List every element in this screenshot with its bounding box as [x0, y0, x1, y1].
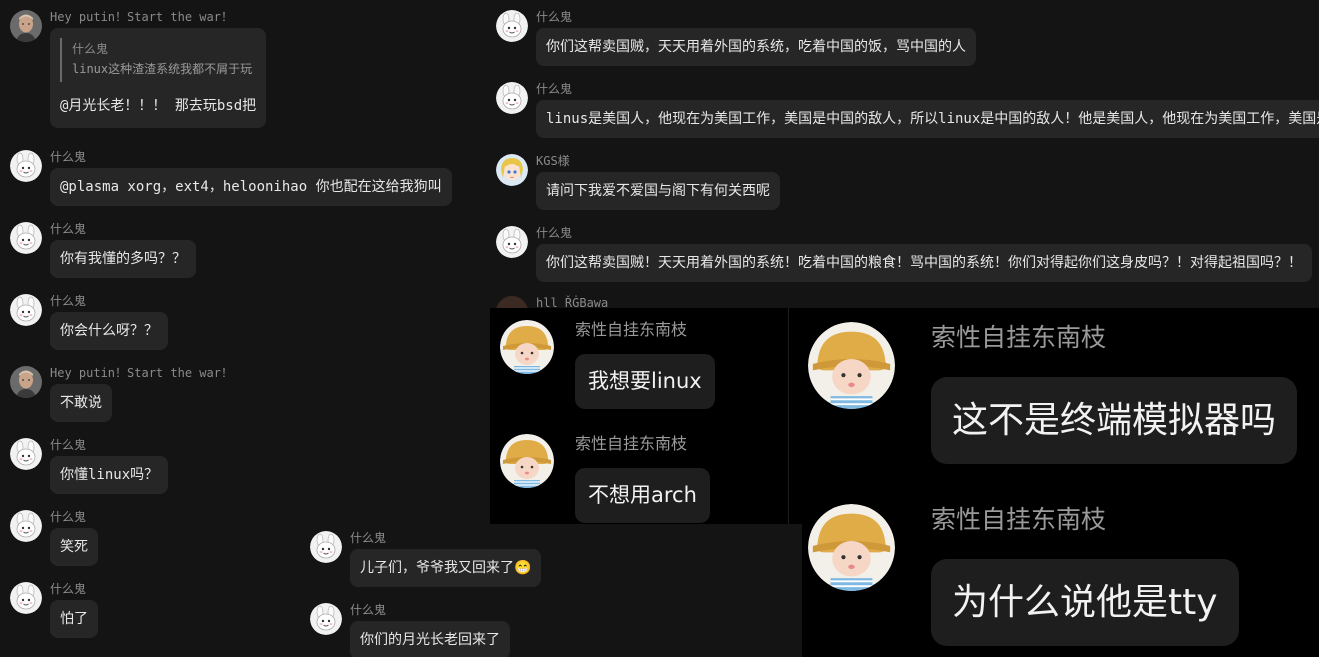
- sender-name: 索性自挂东南枝: [575, 320, 688, 339]
- message-text[interactable]: linus是美国人，他现在为美国工作，美国是中国的敌人，所以linux是中国的敌…: [536, 100, 1319, 138]
- message-bubble[interactable]: 什么鬼 linux这种渣渣系统我都不屑于玩 @月光长老！！！ 那去玩bsd把: [50, 28, 267, 128]
- sender-name: 什么鬼: [350, 531, 387, 545]
- cartoon-bunny-avatar[interactable]: [496, 226, 528, 258]
- cartoon-bunny-avatar[interactable]: [10, 150, 42, 182]
- message-bubble[interactable]: 儿子们，爷爷我又回来了😁: [350, 549, 542, 587]
- sender-name: KGS様: [536, 154, 570, 168]
- anime-girl-avatar[interactable]: [496, 154, 528, 186]
- sender-name: 什么鬼: [50, 510, 87, 524]
- cartoon-bunny-avatar[interactable]: [10, 294, 42, 326]
- sender-name: 什么鬼: [50, 294, 87, 308]
- cartoon-bunny-avatar[interactable]: [496, 10, 528, 42]
- message-text: @月光长老！！！ 那去玩bsd把: [60, 98, 257, 114]
- message-text[interactable]: 不敢说: [50, 384, 112, 422]
- cartoon-bunny-avatar[interactable]: [10, 510, 42, 542]
- sender-name: 什么鬼: [50, 438, 87, 452]
- sender-name: 什么鬼: [536, 226, 573, 240]
- message-text[interactable]: 怕了: [50, 600, 98, 638]
- child-yellow-hat-avatar[interactable]: [500, 320, 554, 374]
- sender-name: 索性自挂东南枝: [931, 323, 1107, 352]
- message-text[interactable]: 这不是终端模拟器吗: [931, 377, 1298, 464]
- quoted-text: linux这种渣渣系统我都不屑于玩: [72, 62, 253, 76]
- message-text[interactable]: 你们这帮卖国贼，天天用着外国的系统，吃着中国的饭，骂中国的人: [536, 28, 976, 66]
- sender-name: 什么鬼: [50, 582, 87, 596]
- message-text: 儿子们，爷爷我又回来了: [360, 560, 514, 576]
- sender-name: Hey putin！Start the war！: [50, 10, 233, 24]
- sender-name: 索性自挂东南枝: [575, 434, 688, 453]
- quoted-message[interactable]: 什么鬼 linux这种渣渣系统我都不屑于玩: [60, 38, 256, 82]
- chat-panel-top-right: 什么鬼 你们这帮卖国贼，天天用着外国的系统，吃着中国的饭，骂中国的人 什么鬼 l…: [484, 0, 1319, 308]
- cartoon-bunny-avatar[interactable]: [496, 82, 528, 114]
- message-text[interactable]: 你懂linux吗？: [50, 456, 169, 494]
- message-item: Hey putin！Start the war！ 什么鬼 linux这种渣渣系统…: [10, 10, 480, 140]
- sender-name: 索性自挂东南枝: [931, 505, 1107, 534]
- cartoon-bunny-avatar[interactable]: [310, 531, 342, 563]
- child-yellow-hat-avatar[interactable]: [808, 322, 895, 409]
- cartoon-bunny-avatar[interactable]: [10, 438, 42, 470]
- sender-name: 什么鬼: [536, 10, 573, 24]
- sender-name: Hey putin！Start the war！: [50, 366, 233, 380]
- sender-name: 什么鬼: [50, 150, 87, 164]
- chat-panel-middle: 索性自挂东南枝 我想要linux 索性自挂东南枝 不想用arch: [490, 308, 788, 524]
- man-photo-avatar[interactable]: [10, 10, 42, 42]
- message-text[interactable]: 不想用arch: [575, 468, 710, 523]
- cartoon-bunny-avatar[interactable]: [10, 582, 42, 614]
- message-text[interactable]: 为什么说他是tty: [931, 559, 1239, 646]
- sender-name: hll ŘĠBawa: [536, 296, 609, 308]
- message-text[interactable]: 笑死: [50, 528, 98, 566]
- message-text[interactable]: 我想要linux: [575, 354, 715, 409]
- child-yellow-hat-avatar[interactable]: [808, 504, 895, 591]
- man-photo-avatar[interactable]: [10, 366, 42, 398]
- quoted-sender: 什么鬼: [72, 42, 109, 56]
- message-text[interactable]: 你们这帮卖国贼！天天用着外国的系统！吃着中国的粮食！骂中国的系统！你们对得起你们…: [536, 244, 1312, 282]
- cartoon-bunny-avatar[interactable]: [10, 222, 42, 254]
- message-text[interactable]: 请问下我爱不爱国与阁下有何关西呢: [536, 172, 780, 210]
- chat-panel-bottom: 什么鬼 儿子们，爷爷我又回来了😁 什么鬼 你们的月光长老回来了: [300, 524, 802, 657]
- grinning-emoji-icon: 😁: [514, 560, 532, 576]
- cartoon-bunny-avatar[interactable]: [310, 603, 342, 635]
- chat-panel-right: 索性自挂东南枝 这不是终端模拟器吗 索性自挂东南枝 为什么说他是tty: [788, 308, 1319, 657]
- sender-name: 什么鬼: [350, 603, 387, 617]
- sender-name: 什么鬼: [536, 82, 573, 96]
- message-text[interactable]: 你们的月光长老回来了: [350, 621, 510, 657]
- child-yellow-hat-avatar[interactable]: [500, 434, 554, 488]
- user-avatar[interactable]: [496, 296, 528, 308]
- message-text[interactable]: 你会什么呀？？: [50, 312, 168, 350]
- message-text[interactable]: 你有我懂的多吗？？: [50, 240, 196, 278]
- sender-name: 什么鬼: [50, 222, 87, 236]
- message-text[interactable]: @plasma xorg，ext4，heloonihao 你也配在这给我狗叫: [50, 168, 452, 206]
